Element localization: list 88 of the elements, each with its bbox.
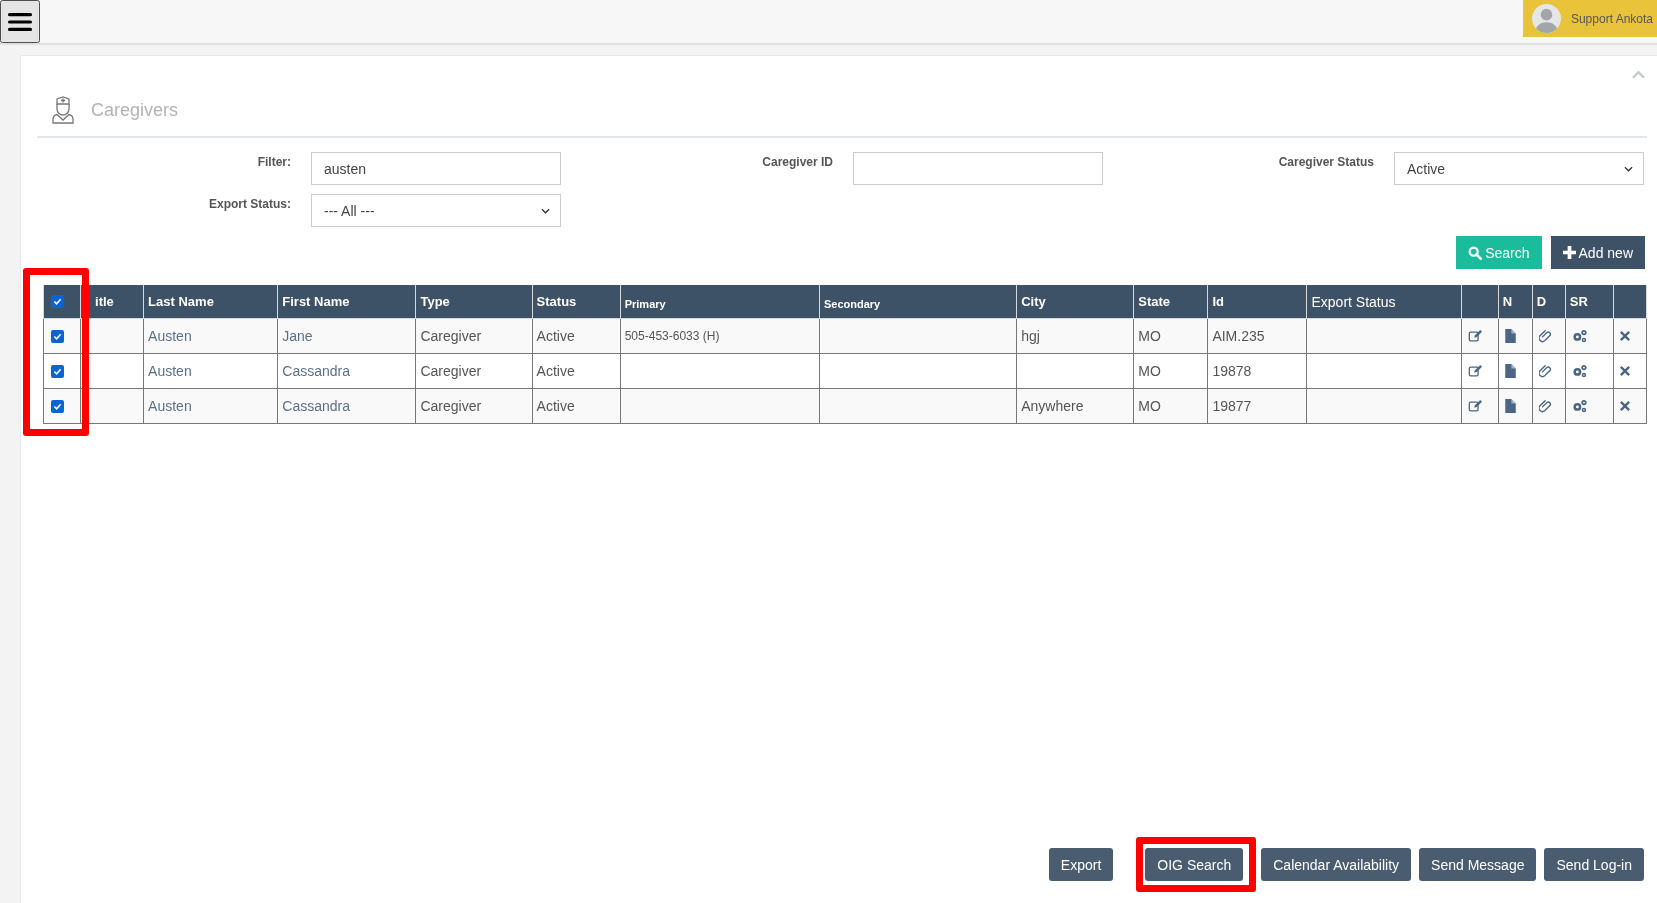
table-cell: MO <box>1133 353 1208 389</box>
table-cell[interactable]: Jane <box>277 318 416 354</box>
select-field[interactable]: Active <box>1394 152 1644 185</box>
user-menu[interactable]: Support Ankota <box>1522 0 1657 37</box>
column-header: Status <box>532 285 621 319</box>
delete-icon <box>1619 401 1630 411</box>
column-header: Id <box>1207 285 1307 319</box>
table-cell: Caregiver <box>415 388 533 424</box>
table-cell: Caregiver <box>415 318 533 354</box>
action-button[interactable]: Export <box>1048 848 1114 881</box>
row-action-button[interactable] <box>1502 364 1516 378</box>
input-field[interactable]: austen <box>311 152 561 185</box>
menu-icon <box>8 11 32 32</box>
action-button[interactable]: OIG Search <box>1145 848 1244 881</box>
row-action-button[interactable] <box>1502 399 1516 413</box>
document-icon <box>1504 364 1516 378</box>
table-cell[interactable]: Austen <box>143 353 278 389</box>
field-label: Caregiver Status <box>1278 154 1374 171</box>
gears-icon <box>1571 329 1588 343</box>
table-cell[interactable]: Austen <box>143 388 278 424</box>
user-name: Support Ankota <box>1570 11 1653 26</box>
column-header: Primary <box>620 285 820 319</box>
edit-icon <box>1467 399 1482 413</box>
field-label: Filter: <box>257 154 291 171</box>
column-header: D <box>1532 285 1566 319</box>
row-action-button[interactable] <box>1536 364 1553 378</box>
delete-icon <box>1619 366 1630 376</box>
row-action-button[interactable] <box>1502 329 1516 343</box>
avatar-icon <box>1531 4 1561 33</box>
table-cell: 505-453-6033 (H) <box>620 318 820 354</box>
action-button[interactable]: Send Log-in <box>1544 848 1644 881</box>
table-cell: Anywhere <box>1016 388 1134 424</box>
plus-icon <box>1562 246 1576 259</box>
table-cell: 19877 <box>1207 388 1307 424</box>
search-icon <box>1468 245 1483 260</box>
table-cell: Active <box>532 353 621 389</box>
document-icon <box>1504 329 1516 343</box>
delete-icon <box>1619 331 1630 341</box>
column-header: Last Name <box>143 285 278 319</box>
add-button[interactable]: Add new <box>1550 236 1645 269</box>
table-cell: Active <box>532 388 621 424</box>
paperclip-icon <box>1538 329 1553 343</box>
table-cell: Caregiver <box>415 353 533 389</box>
paperclip-icon <box>1538 364 1553 378</box>
input-field[interactable] <box>853 152 1103 185</box>
table-cell: 19878 <box>1207 353 1307 389</box>
column-header: City <box>1016 285 1134 319</box>
table-cell[interactable]: Cassandra <box>277 353 416 389</box>
row-checkbox[interactable] <box>51 364 64 378</box>
nurse-icon <box>52 96 74 124</box>
table-cell[interactable]: Cassandra <box>277 388 416 424</box>
menu-button[interactable] <box>0 0 40 43</box>
edit-icon <box>1467 329 1482 343</box>
row-checkbox[interactable] <box>51 329 64 343</box>
select-all-checkbox[interactable] <box>51 295 64 308</box>
table-cell: hgj <box>1016 318 1134 354</box>
column-header: N <box>1498 285 1533 319</box>
edit-icon <box>1467 364 1482 378</box>
field-label: Caregiver ID <box>762 154 833 171</box>
row-action-button[interactable] <box>1536 399 1553 413</box>
column-header: First Name <box>277 285 416 319</box>
document-icon <box>1504 399 1516 413</box>
select-field[interactable]: --- All --- <box>311 194 561 227</box>
column-header: SR <box>1565 285 1614 319</box>
chevron-down-icon <box>541 207 550 214</box>
row-checkbox[interactable] <box>51 399 64 413</box>
column-header: Type <box>415 285 533 319</box>
column-header: State <box>1133 285 1208 319</box>
paperclip-icon <box>1538 399 1553 413</box>
action-button[interactable]: Calendar Availability <box>1261 848 1412 881</box>
chevron-up-icon <box>1632 70 1645 79</box>
chevron-down-icon <box>1624 165 1633 172</box>
table-cell[interactable]: Austen <box>143 318 278 354</box>
table-cell: Active <box>532 318 621 354</box>
column-header: Export Status <box>1307 285 1462 319</box>
table-cell: AIM.235 <box>1207 318 1307 354</box>
row-action-button[interactable] <box>1617 366 1630 376</box>
gears-icon <box>1571 364 1588 378</box>
page-title: Caregivers <box>91 99 179 121</box>
column-header: Secondary <box>819 285 1017 319</box>
action-button[interactable]: Send Message <box>1419 848 1537 881</box>
table-cell: MO <box>1133 388 1208 424</box>
row-action-button[interactable] <box>1617 331 1630 341</box>
row-action-button[interactable] <box>1536 329 1553 343</box>
gears-icon <box>1571 399 1588 413</box>
field-label: Export Status: <box>209 196 291 213</box>
row-action-button[interactable] <box>1617 401 1630 411</box>
table-cell: MO <box>1133 318 1208 354</box>
